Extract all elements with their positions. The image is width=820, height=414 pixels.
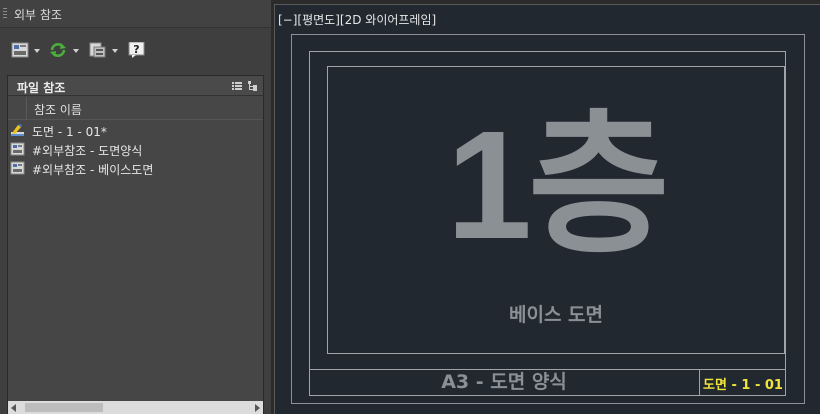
file-references-title: 파일 참조	[17, 81, 66, 95]
dwg-file-icon	[10, 142, 25, 156]
reference-list: 도면 - 1 - 01* #외부참조 - 도면양식 #외부참조 - 베이스도면	[8, 121, 263, 391]
refresh-icon[interactable]	[49, 42, 67, 58]
change-path-icon[interactable]	[88, 42, 106, 58]
title-block-text: A3 - 도면 양식	[441, 371, 567, 393]
list-item[interactable]: 도면 - 1 - 01*	[8, 121, 263, 140]
xref-toolbar: ?	[0, 30, 271, 72]
file-references-panel: 파일 참조 참조 이름 도면 - 1 - 01* #외부참조 - 도면양식 #외…	[7, 75, 264, 414]
tree-view-icon[interactable]	[246, 79, 260, 93]
grip-handle[interactable]	[3, 8, 7, 20]
palette-title-bar[interactable]: 외부 참조	[0, 0, 271, 28]
file-references-header[interactable]: 파일 참조	[8, 76, 263, 96]
reference-name: 도면 - 1 - 01*	[32, 125, 107, 139]
help-icon[interactable]: ?	[128, 41, 146, 58]
list-item[interactable]: #외부참조 - 도면양식	[8, 140, 263, 159]
dwg-file-icon	[10, 161, 25, 175]
horizontal-scrollbar[interactable]	[8, 401, 263, 414]
list-item[interactable]: #외부참조 - 베이스도면	[8, 159, 263, 178]
reference-name: #외부참조 - 베이스도면	[32, 163, 154, 177]
viewport-controls[interactable]: [−][평면도][2D 와이어프레임]	[278, 11, 436, 28]
drawing-area-frame: 1층 베이스 도면	[327, 66, 785, 354]
attach-dwg-icon[interactable]	[11, 42, 29, 58]
external-references-palette: 외부 참조 ? 파일 참조 참조 이름 도면 - 1 - 01* #외부참조 -…	[0, 0, 271, 414]
base-plan-label: 베이스 도면	[508, 304, 603, 326]
floor-label: 1층	[446, 99, 669, 271]
list-view-icon[interactable]	[230, 79, 244, 93]
sheet-number: 도면 - 1 - 01	[703, 378, 783, 393]
scrollbar-thumb[interactable]	[25, 403, 103, 412]
attach-dropdown-arrow[interactable]	[34, 49, 40, 53]
scroll-right-arrow-icon[interactable]	[255, 404, 260, 412]
model-viewport[interactable]: [−][평면도][2D 와이어프레임] 1층 베이스 도면 A3 - 도면 양식…	[274, 4, 820, 414]
palette-title: 외부 참조	[14, 8, 62, 22]
svg-text:?: ?	[133, 43, 139, 56]
status-column-header	[8, 97, 27, 120]
sheet-number-cell: 도면 - 1 - 01	[699, 369, 786, 396]
reference-name-column-label: 참조 이름	[34, 103, 82, 117]
scroll-left-arrow-icon[interactable]	[11, 404, 16, 412]
refresh-dropdown-arrow[interactable]	[73, 49, 79, 53]
reference-name-column-header[interactable]: 참조 이름	[8, 97, 263, 120]
drawing-icon	[10, 123, 25, 137]
change-path-dropdown-arrow[interactable]	[112, 49, 118, 53]
drawing-window: [−][평면도][2D 와이어프레임] 1층 베이스 도면 A3 - 도면 양식…	[271, 0, 820, 414]
reference-name: #외부참조 - 도면양식	[32, 144, 143, 158]
